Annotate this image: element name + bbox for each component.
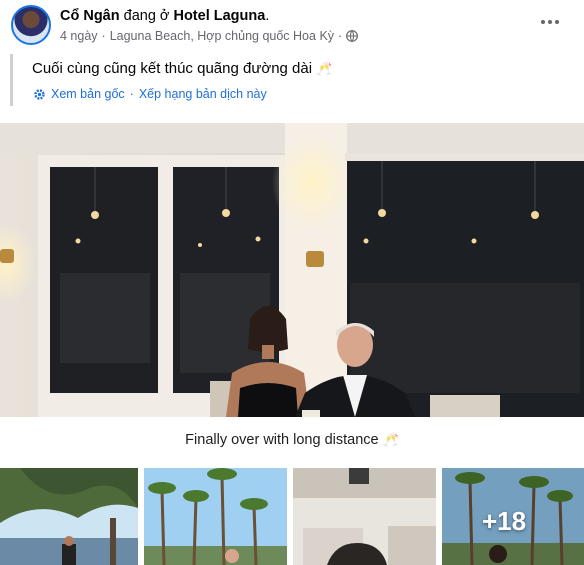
more-options-button[interactable]	[538, 12, 562, 32]
thumbnail-photo[interactable]	[0, 468, 138, 565]
cheers-emoji: 🥂	[316, 61, 333, 76]
thumbnail-strip: +18	[0, 468, 584, 565]
post-timestamp[interactable]: 4 ngày	[60, 29, 98, 43]
rate-translation-link[interactable]: Xếp hạng bản dịch này	[139, 87, 267, 101]
post-meta: 4 ngày · Laguna Beach, Hợp chủng quốc Ho…	[60, 29, 359, 43]
meta-separator: ·	[101, 29, 106, 43]
translation-links: Xem bản gốc · Xếp hạng bản dịch này	[33, 87, 267, 101]
status-verb: đang ở	[123, 8, 170, 24]
thumbnail-more-photos[interactable]: +18	[442, 468, 584, 565]
thumbnail-photo[interactable]	[293, 468, 436, 565]
author-line: Cổ Ngân đang ở Hotel Laguna.	[60, 8, 269, 24]
place-name[interactable]: Hotel Laguna	[173, 8, 265, 24]
thumbnail-photo[interactable]	[144, 468, 287, 565]
photo-caption-text: Finally over with long distance	[185, 432, 379, 448]
post-header: Cổ Ngân đang ở Hotel Laguna. 4 ngày · La…	[0, 0, 584, 48]
place-suffix: .	[265, 8, 270, 24]
meta-separator: ·	[338, 29, 343, 43]
translated-text: Cuối cùng cũng kết thúc quãng đường dài …	[32, 60, 332, 77]
translated-message: Cuối cùng cũng kết thúc quãng đường dài	[32, 60, 313, 77]
avatar[interactable]	[11, 5, 51, 45]
more-dot-icon	[548, 20, 552, 24]
translation-block: Cuối cùng cũng kết thúc quãng đường dài …	[10, 54, 570, 106]
more-photos-count: +18	[482, 506, 527, 536]
main-photo[interactable]	[0, 123, 584, 417]
links-separator: ·	[129, 87, 134, 101]
photo-caption: Finally over with long distance 🥂	[0, 432, 584, 448]
cheers-emoji: 🥂	[382, 432, 399, 447]
more-dot-icon	[555, 20, 559, 24]
post-location[interactable]: Laguna Beach, Hợp chủng quốc Hoa Kỳ	[110, 29, 334, 43]
globe-icon[interactable]	[346, 30, 359, 42]
see-original-link[interactable]: Xem bản gốc	[51, 87, 125, 101]
author-name[interactable]: Cổ Ngân	[60, 8, 120, 24]
more-dot-icon	[541, 20, 545, 24]
gear-icon	[33, 88, 46, 101]
